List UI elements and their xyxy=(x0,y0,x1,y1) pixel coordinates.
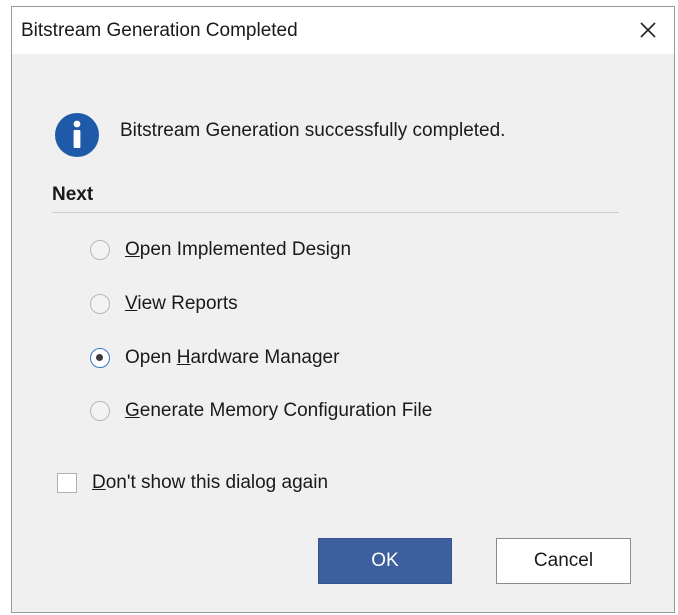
title-bar: Bitstream Generation Completed xyxy=(12,7,674,54)
option-label: Generate Memory Configuration File xyxy=(125,400,433,421)
dont-show-again-label: Don't show this dialog again xyxy=(92,472,329,493)
info-icon xyxy=(55,113,99,157)
option-label: Open Implemented Design xyxy=(125,239,352,260)
radio-button[interactable] xyxy=(90,401,110,421)
radio-button-selected[interactable] xyxy=(90,348,110,368)
bitstream-dialog: Bitstream Generation Completed Bitstream… xyxy=(11,6,675,613)
cancel-button[interactable]: Cancel xyxy=(496,538,631,584)
option-label: View Reports xyxy=(125,293,238,314)
option-generate-memory-configuration-file[interactable]: Generate Memory Configuration File xyxy=(90,396,432,426)
info-message: Bitstream Generation successfully comple… xyxy=(120,120,506,141)
next-section-title: Next xyxy=(52,184,94,205)
dont-show-again-checkbox[interactable] xyxy=(57,473,77,493)
option-open-hardware-manager[interactable]: Open Hardware Manager xyxy=(90,343,339,373)
option-open-implemented-design[interactable]: Open Implemented Design xyxy=(90,235,351,265)
option-label: Open Hardware Manager xyxy=(125,347,340,368)
close-icon xyxy=(640,22,656,38)
ok-button[interactable]: OK xyxy=(318,538,452,584)
radio-button[interactable] xyxy=(90,294,110,314)
dont-show-again-checkbox-row[interactable]: Don't show this dialog again xyxy=(57,468,328,498)
radio-button[interactable] xyxy=(90,240,110,260)
dialog-title: Bitstream Generation Completed xyxy=(21,20,298,41)
section-divider xyxy=(52,212,619,213)
option-view-reports[interactable]: View Reports xyxy=(90,289,238,319)
close-button[interactable] xyxy=(632,14,664,46)
